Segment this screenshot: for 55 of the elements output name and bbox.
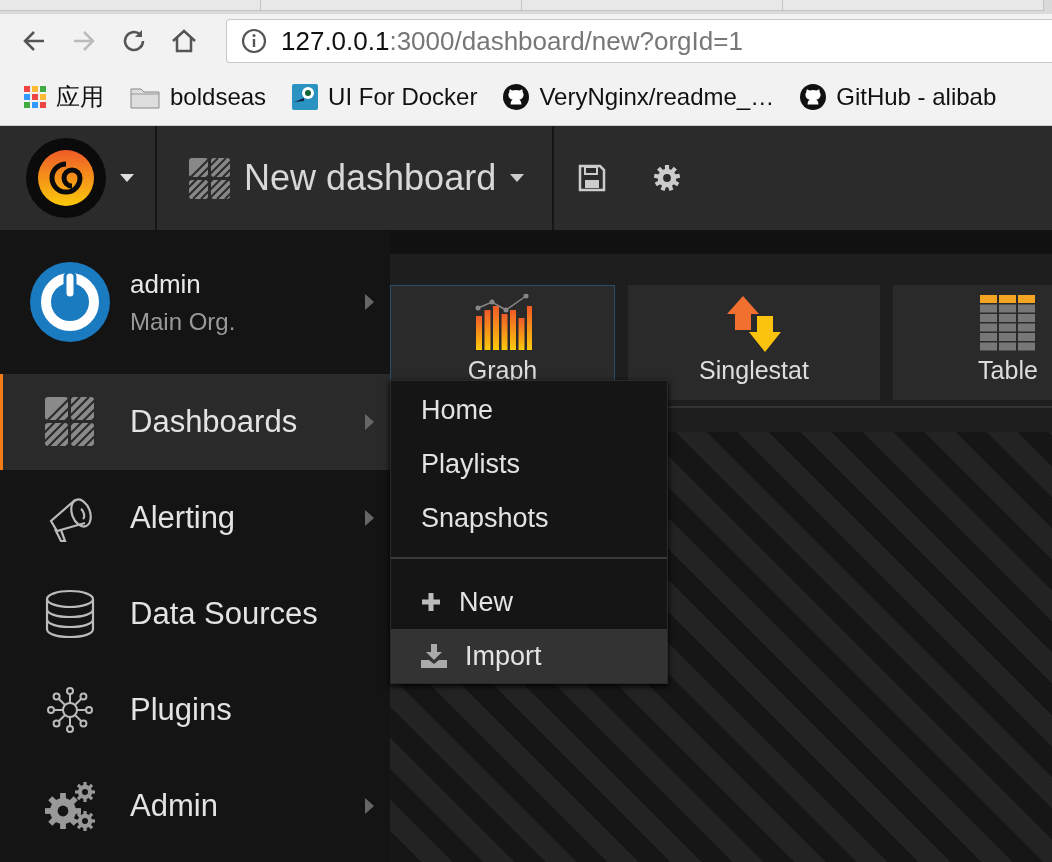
menu-item[interactable]: Snapshots <box>391 491 667 545</box>
address-bar[interactable]: 127.0.0.1:3000/dashboard/new?orgId=1 <box>226 19 1052 63</box>
caret-icon <box>365 510 374 526</box>
caret-icon <box>365 798 374 814</box>
menu-item[interactable]: Playlists <box>391 437 667 491</box>
logo-menu-button[interactable] <box>26 138 134 218</box>
apps-grid-icon <box>24 85 46 108</box>
plus-icon <box>421 592 441 612</box>
bar-chart-icon <box>473 294 532 352</box>
save-icon <box>578 164 607 192</box>
caret-icon <box>365 294 374 310</box>
sidebar-item[interactable]: Dashboards <box>0 374 390 470</box>
dashboard-grid-icon <box>45 397 95 447</box>
github-icon <box>503 83 530 110</box>
bookmark-label[interactable]: VeryNginx/readme_… <box>539 82 775 111</box>
save-button[interactable] <box>578 164 607 192</box>
browser-tab[interactable] <box>260 0 522 11</box>
github-icon <box>800 83 827 110</box>
bookmark-label[interactable]: UI For Docker <box>328 82 478 111</box>
database-icon <box>45 589 95 639</box>
user-profile[interactable]: admin Main Org. <box>0 230 390 374</box>
sidebar-item[interactable]: Alerting <box>0 470 390 566</box>
panel-type-card[interactable]: Table <box>893 285 1052 400</box>
sidebar-item[interactable]: Admin <box>0 758 390 854</box>
browser-tab[interactable] <box>0 0 261 11</box>
bookmark-label[interactable]: 应用 <box>56 80 104 113</box>
sidebar-item[interactable]: Plugins <box>0 662 390 758</box>
bookmark-label[interactable]: GitHub - alibab <box>836 82 997 111</box>
up-down-arrows-icon <box>727 296 781 352</box>
home-icon <box>170 27 198 55</box>
url-text: 127.0.0.1:3000/dashboard/new?orgId=1 <box>281 25 743 57</box>
settings-icon <box>652 163 683 193</box>
sidebar-item[interactable]: Data Sources <box>0 566 390 662</box>
dashboard-picker[interactable]: New dashboard <box>189 157 525 199</box>
dashboard-grid-icon <box>189 157 230 199</box>
menu-item[interactable]: Import <box>391 629 667 683</box>
browser-tab[interactable] <box>521 0 783 11</box>
gears-icon <box>45 781 97 831</box>
eye-tile-icon <box>292 83 319 110</box>
caret-icon <box>510 174 525 182</box>
download-icon <box>421 644 447 668</box>
caret-icon <box>120 174 134 182</box>
panel-type-card[interactable]: Singlestat <box>628 285 880 400</box>
plugin-network-icon <box>45 685 95 735</box>
settings-button[interactable] <box>652 163 683 193</box>
bookmark-label[interactable]: boldseas <box>170 82 267 111</box>
browser-tab[interactable] <box>782 0 1044 11</box>
power-avatar-icon <box>30 262 110 342</box>
swirl-logo-icon <box>26 138 106 218</box>
menu-item[interactable]: New <box>391 575 667 629</box>
user-name: admin <box>130 268 202 300</box>
caret-icon <box>365 414 374 430</box>
info-icon <box>241 28 267 54</box>
org-name: Main Org. <box>130 307 237 336</box>
table-icon <box>980 295 1036 352</box>
